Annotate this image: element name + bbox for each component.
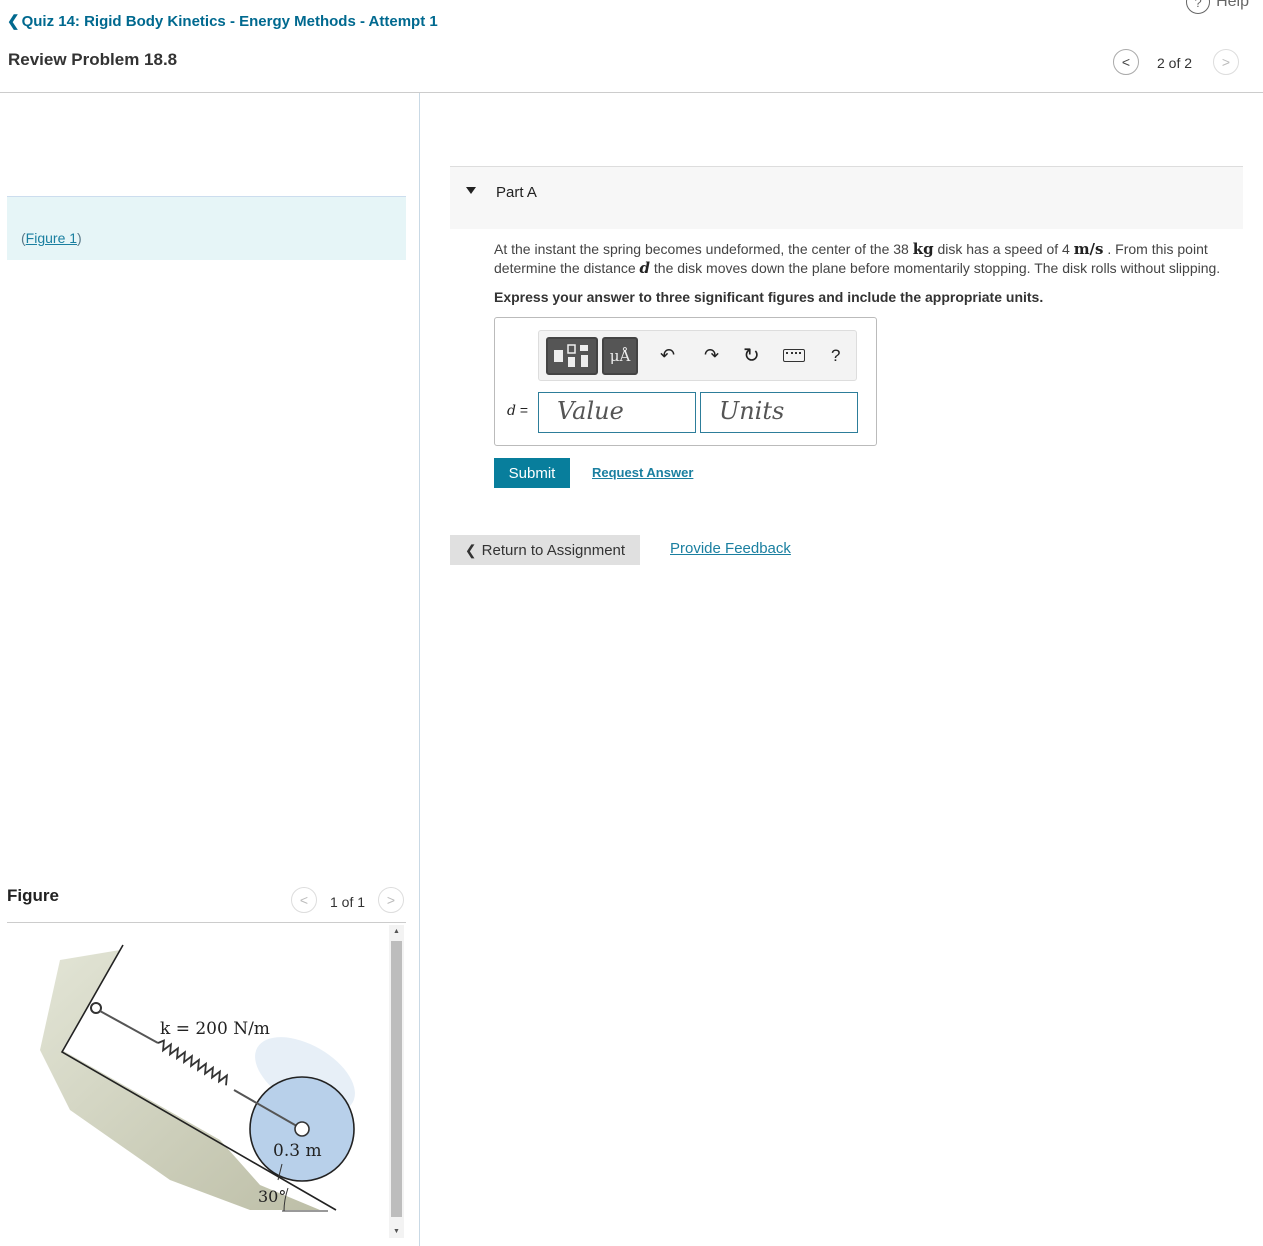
back-link-label: Quiz 14: Rigid Body Kinetics - Energy Me…: [21, 13, 438, 30]
variable-name: d: [507, 403, 516, 419]
templates-icon: [554, 344, 588, 367]
scroll-up-icon[interactable]: ▲: [389, 928, 404, 935]
chevron-left-icon: <: [299, 892, 309, 908]
answer-instruction: Express your answer to three significant…: [494, 289, 1044, 305]
chevron-left-icon: ❮: [464, 541, 477, 558]
undo-icon[interactable]: ↶: [660, 345, 675, 366]
unit-speed: m/s: [1073, 240, 1104, 258]
reset-icon[interactable]: ↻: [743, 343, 760, 368]
chevron-left-icon: <: [1121, 54, 1131, 70]
figure-link-wrapper: (Figure 1): [21, 230, 82, 246]
units-button[interactable]: μÅ: [602, 337, 638, 375]
request-answer-link[interactable]: Request Answer: [592, 465, 693, 480]
figure-divider: [7, 922, 406, 923]
pane-divider: [419, 93, 420, 1246]
back-to-quiz-link[interactable]: ❮ Quiz 14: Rigid Body Kinetics - Energy M…: [7, 12, 438, 30]
question-segment: disk has a speed of 4: [933, 241, 1074, 257]
redo-icon[interactable]: ↷: [704, 345, 719, 366]
units-input[interactable]: Units: [700, 392, 858, 433]
return-label: Return to Assignment: [481, 541, 626, 559]
angle-label: 30°: [258, 1187, 286, 1206]
figure-scrollbar[interactable]: ▲ ▼: [389, 925, 404, 1238]
chevron-left-icon: ❮: [7, 13, 20, 30]
math-toolbar: μÅ ↶ ↷ ↻ ?: [538, 330, 857, 381]
help-icon: ?: [1186, 0, 1211, 14]
keyboard-icon[interactable]: [783, 349, 805, 362]
figure-link-box: (Figure 1): [7, 196, 406, 260]
header-divider: [0, 92, 1263, 93]
scroll-down-icon[interactable]: ▼: [389, 1228, 404, 1235]
previous-figure-button[interactable]: <: [291, 887, 317, 913]
problem-pager: 2 of 2: [1157, 55, 1193, 71]
page-title: Review Problem 18.8: [8, 50, 178, 69]
figure-diagram: k = 200 N/m 0.3 m 30°: [40, 944, 355, 1212]
question-segment: At the instant the spring becomes undefo…: [494, 241, 913, 257]
spring-coils: [157, 1039, 228, 1086]
figure-pager: 1 of 1: [330, 894, 366, 910]
anchor-pin: [90, 1002, 102, 1014]
submit-button[interactable]: Submit: [494, 458, 570, 488]
unit-kg: kg: [912, 240, 934, 258]
caret-down-icon: [466, 187, 476, 194]
figure-heading: Figure: [7, 886, 59, 905]
next-figure-button[interactable]: >: [378, 887, 404, 913]
toolbar-help-button[interactable]: ?: [831, 346, 840, 366]
answer-box: μÅ ↶ ↷ ↻ ? d = Value Units: [494, 317, 877, 446]
chevron-right-icon: >: [386, 892, 396, 908]
variable-d: d: [639, 259, 651, 277]
help-label: Help: [1216, 0, 1249, 10]
question-text: At the instant the spring becomes undefo…: [494, 240, 1244, 278]
radius-label: 0.3 m: [273, 1141, 322, 1161]
part-a-label: Part A: [496, 184, 537, 201]
part-a-header[interactable]: Part A: [450, 166, 1243, 229]
question-segment: the disk moves down the plane before mom…: [650, 260, 1221, 276]
equals-sign: =: [519, 402, 529, 418]
scrollbar-thumb[interactable]: [391, 941, 402, 1217]
return-to-assignment-button[interactable]: ❮ Return to Assignment: [450, 535, 640, 565]
help-button[interactable]: ? Help: [1186, 0, 1249, 14]
chevron-right-icon: >: [1221, 54, 1231, 70]
spring-rod: [99, 1010, 159, 1044]
spring-constant-label: k = 200 N/m: [160, 1019, 270, 1039]
next-problem-button[interactable]: >: [1213, 49, 1239, 75]
previous-problem-button[interactable]: <: [1113, 49, 1139, 75]
paren-close: ): [77, 230, 82, 246]
provide-feedback-link[interactable]: Provide Feedback: [670, 540, 791, 557]
figure-1-link[interactable]: Figure 1: [26, 230, 77, 246]
answer-variable-label: d =: [507, 402, 528, 419]
disk-center: [294, 1121, 310, 1137]
templates-button[interactable]: [546, 337, 598, 375]
value-input[interactable]: Value: [538, 392, 696, 433]
